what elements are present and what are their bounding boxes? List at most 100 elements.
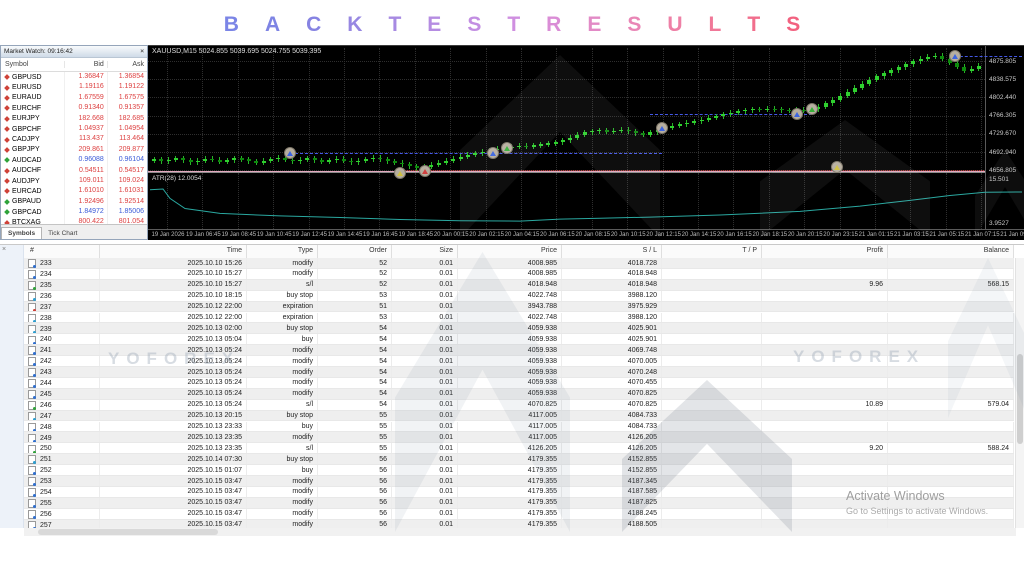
size-cell: 0.01 xyxy=(392,422,458,432)
bid-value: 1.36847 xyxy=(65,72,108,82)
table-row[interactable]: 2402025.10.13 05:04buy540.014059.9384025… xyxy=(24,334,1014,345)
deal-cell: 250 xyxy=(24,443,100,453)
title-letter: T xyxy=(747,13,760,37)
tab-symbols[interactable]: Symbols xyxy=(1,227,42,239)
market-watch-row-audchf[interactable]: AUDCHF0.545110.54517 xyxy=(1,166,147,176)
trade-marker[interactable] xyxy=(394,167,406,179)
order-cell: 54 xyxy=(318,334,392,344)
time-cell: 2025.10.15 03:47 xyxy=(100,487,247,497)
table-row[interactable]: 2552025.10.15 03:47modify560.014179.3554… xyxy=(24,498,1014,509)
page-title: BACKTESTRESULTS xyxy=(0,13,1024,37)
close-icon[interactable]: × xyxy=(2,246,6,253)
table-row[interactable]: 2352025.10.10 15:27s/l520.014018.9484018… xyxy=(24,280,1014,291)
close-icon[interactable]: × xyxy=(140,48,144,55)
table-row[interactable]: 2492025.10.13 23:35modify550.014117.0054… xyxy=(24,432,1014,443)
bid-value: 1.19116 xyxy=(65,82,108,92)
size-cell: 0.01 xyxy=(392,454,458,464)
trade-marker[interactable] xyxy=(949,50,961,62)
profit-cell xyxy=(762,389,888,399)
price-cell: 4070.825 xyxy=(458,400,562,410)
table-row[interactable]: 2562025.10.15 03:47modify560.014179.3554… xyxy=(24,509,1014,520)
market-watch-row-eurcad[interactable]: EURCAD1.610101.61031 xyxy=(1,186,147,196)
table-row[interactable]: 2442025.10.13 05:24modify540.014059.9384… xyxy=(24,378,1014,389)
tp-cell xyxy=(662,411,762,421)
table-row[interactable]: 2412025.10.13 05:24modify540.014059.9384… xyxy=(24,345,1014,356)
table-row[interactable]: 2362025.10.10 18:15buy stop530.014022.74… xyxy=(24,291,1014,302)
table-row[interactable]: 2392025.10.13 02:00buy stop540.014059.93… xyxy=(24,323,1014,334)
market-watch-row-eurchf[interactable]: EURCHF0.913400.91357 xyxy=(1,103,147,113)
deal-cell: 237 xyxy=(24,302,100,312)
market-watch-row-euraud[interactable]: EURAUD1.675591.67575 xyxy=(1,93,147,103)
type-cell: modify xyxy=(247,258,318,268)
market-watch-row-eurjpy[interactable]: EURJPY182.668182.685 xyxy=(1,114,147,124)
trade-marker[interactable] xyxy=(284,147,296,159)
type-cell: modify xyxy=(247,367,318,377)
market-watch-row-eurusd[interactable]: EURUSD1.191161.19122 xyxy=(1,82,147,92)
table-row[interactable]: 2522025.10.15 01:07buy560.014179.3554152… xyxy=(24,465,1014,476)
tp-cell xyxy=(662,498,762,508)
market-watch-row-gbpusd[interactable]: GBPUSD1.368471.36854 xyxy=(1,72,147,82)
table-row[interactable]: 2332025.10.10 15:26modify520.014008.9854… xyxy=(24,258,1014,269)
table-row[interactable]: 2342025.10.10 15:27modify520.014008.9854… xyxy=(24,269,1014,280)
balance-cell xyxy=(888,334,1014,344)
vertical-scrollbar-thumb[interactable] xyxy=(1017,354,1023,444)
ask-value: 1.04954 xyxy=(108,124,147,134)
table-row[interactable]: 2372025.10.12 22:00expiration510.013943.… xyxy=(24,302,1014,313)
trade-marker[interactable] xyxy=(656,122,668,134)
table-row[interactable]: 2452025.10.13 05:24modify540.014059.9384… xyxy=(24,389,1014,400)
table-row[interactable]: 2432025.10.13 05:24modify540.014059.9384… xyxy=(24,367,1014,378)
table-row[interactable]: 2532025.10.15 03:47modify560.014179.3554… xyxy=(24,476,1014,487)
market-watch-row-audcad[interactable]: AUDCAD0.960880.96104 xyxy=(1,155,147,165)
order-type-icon xyxy=(28,466,36,475)
symbol-direction-icon xyxy=(4,116,10,122)
symbol-name: GBPJPY xyxy=(12,146,40,153)
table-row[interactable]: 2462025.10.13 05:24s/l540.014070.8254070… xyxy=(24,400,1014,411)
time-axis-label: 19 Jan 10:45 xyxy=(257,232,292,238)
market-watch-row-cadjpy[interactable]: CADJPY113.437113.464 xyxy=(1,134,147,144)
table-row[interactable]: 2382025.10.12 22:00expiration530.014022.… xyxy=(24,313,1014,324)
price-axis-label: 4802.440 xyxy=(989,94,1016,101)
balance-cell xyxy=(888,432,1014,442)
price-chart[interactable]: XAUUSD,M15 5024.855 5039.695 5024.755 50… xyxy=(148,45,1024,240)
trade-marker[interactable] xyxy=(419,165,431,177)
time-axis-label: 20 Jan 08:15 xyxy=(575,232,610,238)
trade-marker[interactable] xyxy=(806,103,818,115)
order-type-icon xyxy=(28,336,36,345)
trade-marker[interactable] xyxy=(831,161,843,173)
size-cell: 0.01 xyxy=(392,323,458,333)
table-row[interactable]: 2422025.10.13 05:24modify540.014059.9384… xyxy=(24,356,1014,367)
market-watch-row-gbpchf[interactable]: GBPCHF1.049371.04954 xyxy=(1,124,147,134)
size-cell: 0.01 xyxy=(392,400,458,410)
deal-cell: 243 xyxy=(24,367,100,377)
table-row[interactable]: 2472025.10.13 20:15buy stop550.014117.00… xyxy=(24,411,1014,422)
market-watch-row-gbpaud[interactable]: GBPAUD1.924961.92514 xyxy=(1,197,147,207)
trade-marker[interactable] xyxy=(501,142,513,154)
market-watch-row-gbpjpy[interactable]: GBPJPY209.861209.877 xyxy=(1,145,147,155)
tab-tick-chart[interactable]: Tick Chart xyxy=(42,228,83,239)
horizontal-scrollbar-thumb[interactable] xyxy=(38,529,218,535)
trade-arrow-icon xyxy=(834,165,840,170)
order-cell: 56 xyxy=(318,498,392,508)
table-row[interactable]: 2542025.10.15 03:47modify560.014179.3554… xyxy=(24,487,1014,498)
horizontal-scrollbar[interactable] xyxy=(24,528,1016,536)
size-cell: 0.01 xyxy=(392,389,458,399)
trade-marker[interactable] xyxy=(791,108,803,120)
market-watch-row-audjpy[interactable]: AUDJPY109.011109.024 xyxy=(1,176,147,186)
trade-marker[interactable] xyxy=(487,147,499,159)
balance-cell xyxy=(888,509,1014,519)
profit-cell xyxy=(762,422,888,432)
table-row[interactable]: 2482025.10.13 23:33buy550.014117.0054084… xyxy=(24,422,1014,433)
balance-cell: 588.24 xyxy=(888,443,1014,453)
symbol-direction-icon xyxy=(4,189,10,195)
table-row[interactable]: 2512025.10.14 07:30buy stop560.014179.35… xyxy=(24,454,1014,465)
order-type-icon xyxy=(28,434,36,443)
type-cell: buy xyxy=(247,465,318,475)
table-row[interactable]: 2502025.10.13 23:35s/l550.014126.2054126… xyxy=(24,443,1014,454)
trade-arrow-icon xyxy=(952,54,958,59)
market-watch-row-gbpcad[interactable]: GBPCAD1.849721.85006 xyxy=(1,207,147,217)
price-cell: 4179.355 xyxy=(458,487,562,497)
price-cell: 4022.748 xyxy=(458,291,562,301)
price-cell: 4059.938 xyxy=(458,378,562,388)
vertical-scrollbar[interactable] xyxy=(1015,258,1024,528)
sl-cell: 4018.728 xyxy=(562,258,662,268)
